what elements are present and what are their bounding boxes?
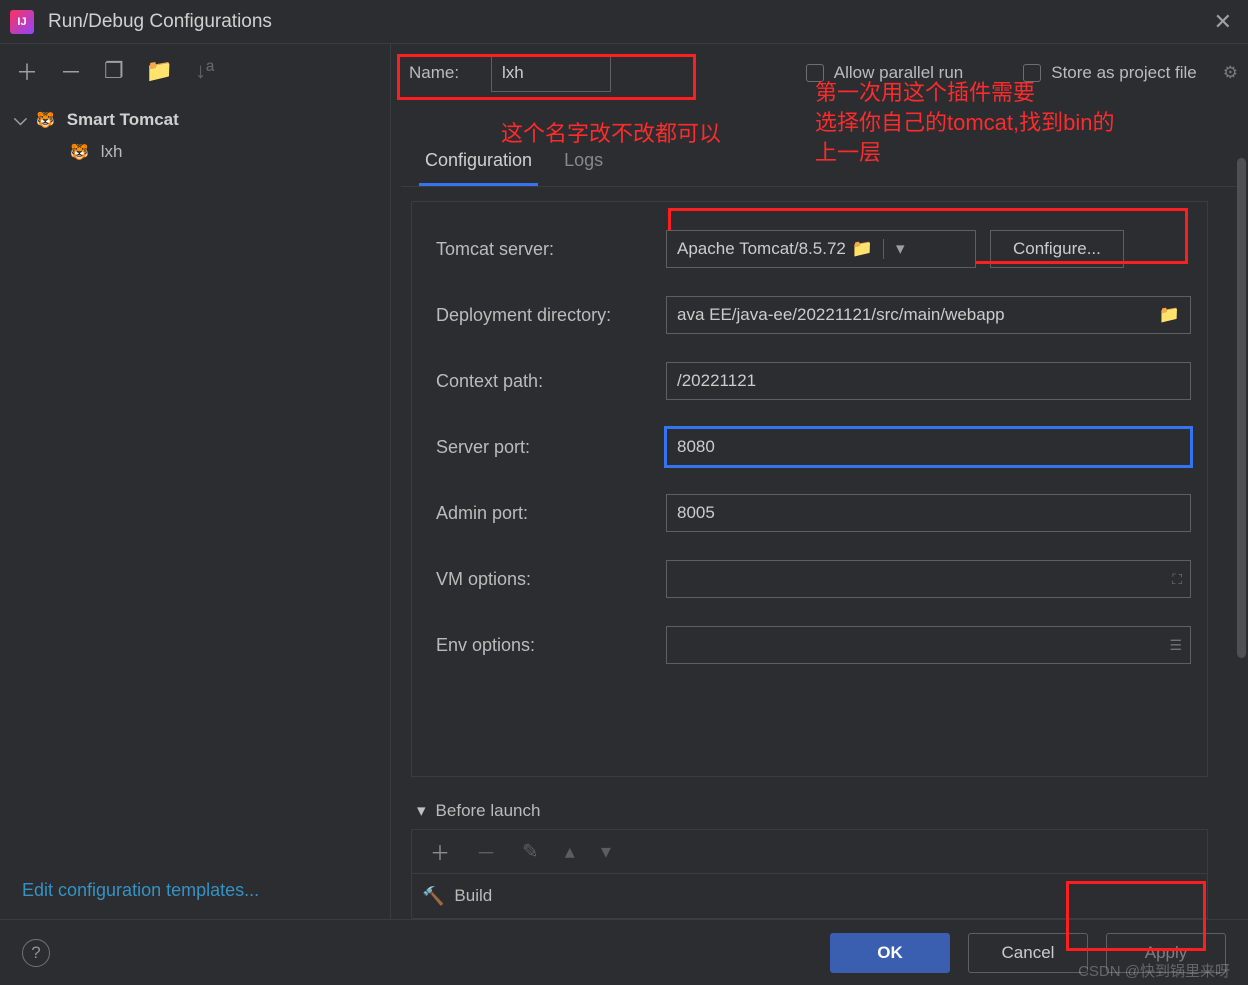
env-options-label: Env options: [428, 635, 666, 656]
vm-options-label: VM options: [428, 569, 666, 590]
row-admin-port: Admin port: [428, 488, 1191, 538]
admin-port-field[interactable] [666, 494, 1191, 532]
name-row: Name: Allow parallel run Store as projec… [401, 44, 1238, 92]
env-options-input[interactable] [677, 635, 1180, 655]
titlebar: IJ Run/Debug Configurations ✕ [0, 0, 1248, 44]
tomcat-server-dropdown[interactable]: Apache Tomcat/8.5.72 📁 ▾ [666, 230, 976, 268]
vm-options-field[interactable]: ⛶ [666, 560, 1191, 598]
sidebar-toolbar: ＋ － ❐ 📁 ↓ª [0, 44, 390, 98]
name-input[interactable] [491, 54, 611, 92]
sort-icon[interactable]: ↓ª [195, 58, 214, 84]
ok-button[interactable]: OK [830, 933, 950, 973]
chevron-down-icon: ▾ [883, 239, 917, 259]
folder-icon: 📁 [852, 239, 873, 259]
context-path-input[interactable] [677, 371, 1180, 391]
remove-icon[interactable]: － [60, 55, 82, 87]
footer: ? OK Cancel Apply [0, 919, 1248, 985]
env-options-field[interactable]: ☰ [666, 626, 1191, 664]
tree-group-label: Smart Tomcat [67, 110, 179, 130]
admin-port-input[interactable] [677, 503, 1180, 523]
chevron-down-icon: ⌵ [14, 110, 28, 130]
admin-port-label: Admin port: [428, 503, 666, 524]
down-icon[interactable]: ▾ [601, 839, 611, 864]
main-pane: Name: Allow parallel run Store as projec… [391, 44, 1248, 919]
help-button[interactable]: ? [22, 939, 50, 967]
add-icon[interactable]: ＋ [16, 55, 38, 87]
before-launch-title: Before launch [436, 801, 541, 821]
triangle-down-icon: ▾ [417, 801, 426, 821]
expand-icon[interactable]: ⛶ [1172, 571, 1182, 588]
allow-parallel-checkbox[interactable]: Allow parallel run [806, 63, 963, 83]
edit-icon[interactable]: ✎ [522, 839, 539, 864]
server-port-input[interactable] [677, 437, 1180, 457]
row-tomcat-server: Tomcat server: Apache Tomcat/8.5.72 📁 ▾ … [428, 224, 1191, 274]
store-project-label: Store as project file [1051, 63, 1197, 83]
sidebar: ＋ － ❐ 📁 ↓ª ⌵ 🐯 Smart Tomcat 🐯 lxh Edit c… [0, 44, 391, 919]
row-env-options: Env options: ☰ [428, 620, 1191, 670]
build-item[interactable]: Build [454, 886, 492, 906]
remove-icon[interactable]: － [476, 837, 496, 866]
intellij-icon: IJ [10, 10, 34, 34]
copy-icon[interactable]: ❐ [104, 58, 124, 84]
deployment-dir-label: Deployment directory: [428, 305, 666, 326]
row-context-path: Context path: [428, 356, 1191, 406]
deployment-dir-field[interactable]: 📁 [666, 296, 1191, 334]
before-launch-section: ▾ Before launch ＋ － ✎ ▴ ▾ 🔨 Build [411, 793, 1208, 919]
window-title: Run/Debug Configurations [48, 11, 1208, 33]
scrollbar-thumb[interactable] [1237, 158, 1246, 658]
config-form: Tomcat server: Apache Tomcat/8.5.72 📁 ▾ … [411, 201, 1208, 777]
store-project-checkbox[interactable]: Store as project file [1023, 63, 1197, 83]
edit-templates-link[interactable]: Edit configuration templates... [0, 862, 390, 919]
save-template-icon[interactable]: 📁 [146, 58, 173, 84]
vm-options-input[interactable] [677, 569, 1180, 589]
hammer-icon: 🔨 [422, 886, 444, 907]
before-launch-toolbar: ＋ － ✎ ▴ ▾ [411, 829, 1208, 873]
close-icon[interactable]: ✕ [1208, 9, 1238, 35]
tabs: Configuration Logs [401, 140, 1238, 187]
add-icon[interactable]: ＋ [430, 837, 450, 866]
tab-configuration[interactable]: Configuration [419, 140, 538, 186]
server-port-field[interactable] [666, 428, 1191, 466]
context-path-field[interactable] [666, 362, 1191, 400]
configure-button[interactable]: Configure... [990, 230, 1124, 268]
row-deployment-dir: Deployment directory: 📁 [428, 290, 1191, 340]
row-server-port: Server port: [428, 422, 1191, 472]
before-launch-header[interactable]: ▾ Before launch [411, 793, 1208, 829]
deployment-dir-input[interactable] [677, 305, 1153, 325]
scrollbar[interactable] [1234, 60, 1248, 909]
tomcat-server-label: Tomcat server: [428, 239, 666, 260]
cancel-button[interactable]: Cancel [968, 933, 1088, 973]
watermark: CSDN @快到锅里来呀 [1078, 960, 1230, 981]
tree-item-lxh[interactable]: 🐯 lxh [0, 136, 390, 168]
before-launch-list: 🔨 Build [411, 873, 1208, 919]
tree-item-label: lxh [101, 142, 123, 162]
tomcat-icon: 🐯 [36, 111, 55, 129]
name-label: Name: [401, 63, 473, 83]
tree-group-smart-tomcat[interactable]: ⌵ 🐯 Smart Tomcat [0, 104, 390, 136]
tomcat-icon: 🐯 [70, 143, 89, 161]
list-icon[interactable]: ☰ [1169, 637, 1182, 654]
folder-icon[interactable]: 📁 [1159, 305, 1180, 325]
row-vm-options: VM options: ⛶ [428, 554, 1191, 604]
context-path-label: Context path: [428, 371, 666, 392]
checkbox-icon [1023, 64, 1041, 82]
up-icon[interactable]: ▴ [565, 839, 575, 864]
tab-logs[interactable]: Logs [558, 140, 609, 186]
allow-parallel-label: Allow parallel run [834, 63, 963, 83]
server-port-label: Server port: [428, 437, 666, 458]
config-tree: ⌵ 🐯 Smart Tomcat 🐯 lxh [0, 98, 390, 862]
tomcat-server-value: Apache Tomcat/8.5.72 [677, 239, 846, 259]
checkbox-icon [806, 64, 824, 82]
